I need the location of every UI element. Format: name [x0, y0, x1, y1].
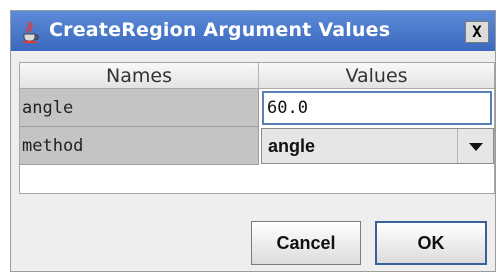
names-column-header[interactable]: Names	[20, 63, 259, 89]
method-dropdown[interactable]: angle	[261, 128, 494, 164]
argument-dialog: CreateRegion Argument Values X Names Val…	[10, 10, 496, 272]
close-button[interactable]: X	[465, 21, 489, 43]
argument-name-angle: angle	[20, 89, 259, 127]
angle-value-input[interactable]: 60.0	[262, 91, 492, 125]
java-coffee-cup-icon	[22, 21, 39, 44]
chevron-down-icon[interactable]	[457, 129, 493, 163]
method-selected-value: angle	[268, 136, 316, 156]
table-empty-area	[20, 165, 494, 193]
values-column-header[interactable]: Values	[259, 63, 494, 89]
arguments-table: Names Values angle 60.0 method angle	[19, 62, 495, 194]
cancel-button[interactable]: Cancel	[251, 221, 361, 265]
title-bar[interactable]: CreateRegion Argument Values X	[11, 11, 495, 51]
ok-button[interactable]: OK	[375, 221, 487, 265]
window-title: CreateRegion Argument Values	[49, 19, 391, 41]
argument-name-method: method	[20, 127, 259, 165]
